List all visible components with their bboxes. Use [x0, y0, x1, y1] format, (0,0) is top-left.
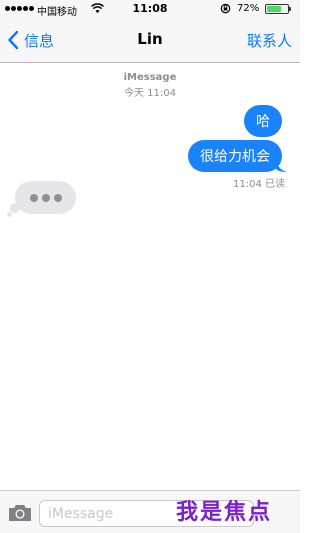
service-label: iMessage	[123, 72, 177, 83]
typing-indicator-tail	[7, 212, 12, 217]
status-bar: 中国移动 11:08 72%	[0, 0, 300, 20]
read-receipt: 11:04 已读	[233, 179, 285, 190]
battery-percent: 72%	[237, 3, 260, 14]
bubble-tail	[276, 157, 287, 172]
battery-tip	[289, 7, 291, 11]
camera-icon[interactable]	[7, 503, 33, 523]
battery-icon	[265, 4, 289, 14]
conversation-title: Lin	[137, 30, 163, 48]
top-bar: 中国移动 11:08 72% 信息 Lin 联系人	[0, 0, 300, 63]
typing-indicator-tail	[10, 203, 20, 213]
contact-button[interactable]: 联系人	[247, 30, 292, 51]
battery-level-fill	[267, 6, 282, 12]
chevron-left-icon	[8, 30, 19, 50]
typing-dot	[41, 193, 50, 202]
typing-dot	[53, 193, 62, 202]
typing-dot	[29, 193, 38, 202]
typing-indicator	[15, 181, 76, 214]
back-button-label: 信息	[24, 31, 55, 50]
watermark-text: 我是焦点	[176, 500, 273, 525]
sent-message-bubble[interactable]: 哈	[244, 105, 282, 137]
rotation-lock-icon	[220, 3, 231, 14]
conversation-timestamp: 今天 11:04	[124, 88, 176, 99]
sent-message-bubble[interactable]: 很给力机会	[188, 140, 282, 172]
back-button[interactable]: 信息	[7, 28, 54, 52]
